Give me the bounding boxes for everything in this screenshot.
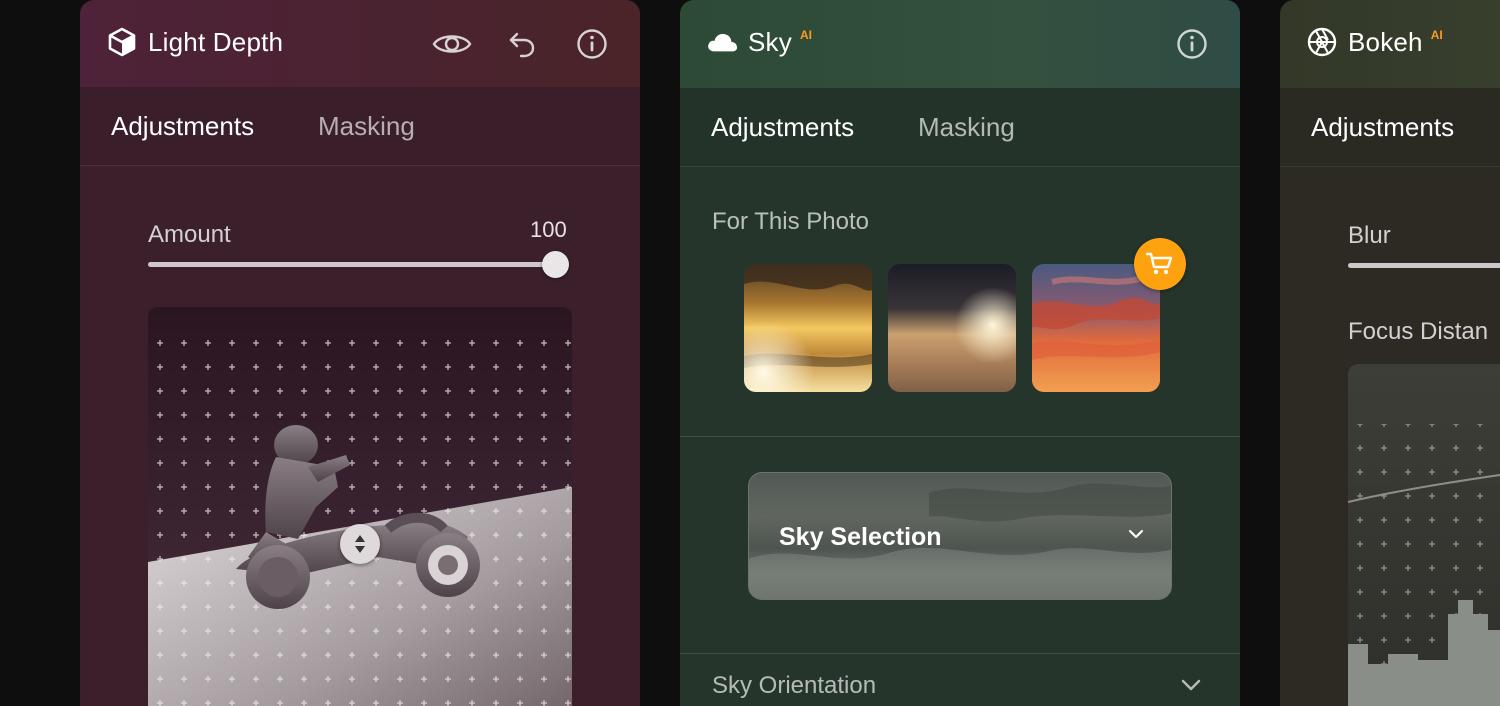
tab-bar: Adjustments Masking — [680, 88, 1240, 167]
sky-thumbnail-golden[interactable] — [744, 264, 872, 392]
depth-map-preview[interactable] — [148, 307, 572, 706]
sky-thumbnail-dusk[interactable] — [888, 264, 1016, 392]
for-this-photo-label: For This Photo — [712, 208, 869, 235]
cube-icon — [106, 26, 138, 58]
focus-map-image — [1348, 364, 1500, 706]
undo-icon[interactable] — [502, 24, 542, 64]
cloud-icon — [706, 26, 738, 58]
blur-slider-track[interactable] — [1348, 263, 1500, 268]
amount-value: 100 — [530, 217, 567, 242]
panel-title: Bokeh — [1348, 26, 1423, 57]
tab-adjustments[interactable]: Adjustments — [1311, 112, 1454, 143]
divider — [680, 436, 1240, 437]
focus-map-preview[interactable] — [1348, 364, 1500, 706]
tab-adjustments[interactable]: Adjustments — [111, 111, 254, 142]
tab-bar: Adjustments — [1280, 88, 1500, 167]
panel-header: Sky AI — [680, 0, 1240, 88]
eye-icon[interactable] — [432, 24, 472, 64]
panel-title: Light Depth — [148, 26, 284, 57]
tab-masking[interactable]: Masking — [918, 112, 1015, 143]
amount-label: Amount — [148, 221, 231, 248]
divider — [680, 653, 1240, 654]
bokeh-panel: Bokeh AI Adjustments Blur Focus Distan — [1280, 0, 1500, 706]
updown-handle-icon[interactable] — [340, 524, 380, 564]
sky-selection-label: Sky Selection — [779, 523, 942, 551]
panel-title-group: Bokeh AI — [1306, 26, 1443, 58]
panel-header: Light Depth — [80, 0, 640, 87]
sky-panel: Sky AI Adjustments Masking For This Phot… — [680, 0, 1240, 706]
sky-thumbnail-sunset[interactable] — [1032, 264, 1160, 392]
ai-badge: AI — [1430, 28, 1443, 42]
focus-distance-label: Focus Distan — [1348, 318, 1489, 345]
panel-title-group: Sky AI — [706, 26, 812, 58]
amount-slider-thumb[interactable] — [542, 251, 569, 278]
info-icon[interactable] — [1172, 24, 1212, 64]
blur-label: Blur — [1348, 222, 1391, 249]
chevron-down-icon[interactable] — [1180, 678, 1202, 697]
tab-masking[interactable]: Masking — [318, 111, 415, 142]
chevron-down-icon — [1127, 527, 1145, 545]
light-depth-panel: Light Depth Adjustments Masking Amount 1… — [80, 0, 640, 706]
cart-icon[interactable] — [1134, 238, 1186, 290]
ai-badge: AI — [799, 28, 812, 42]
depth-map-image — [148, 307, 572, 706]
sky-orientation-label[interactable]: Sky Orientation — [712, 672, 876, 700]
tab-bar: Adjustments Masking — [80, 87, 640, 166]
panel-title-group: Light Depth — [106, 26, 283, 58]
aperture-icon — [1306, 26, 1338, 58]
panel-header: Bokeh AI — [1280, 0, 1500, 88]
sky-selection-dropdown[interactable]: Sky Selection — [748, 472, 1172, 600]
amount-slider-track[interactable] — [148, 262, 548, 267]
panel-title: Sky — [748, 26, 792, 57]
info-icon[interactable] — [572, 24, 612, 64]
tab-adjustments[interactable]: Adjustments — [711, 112, 854, 143]
